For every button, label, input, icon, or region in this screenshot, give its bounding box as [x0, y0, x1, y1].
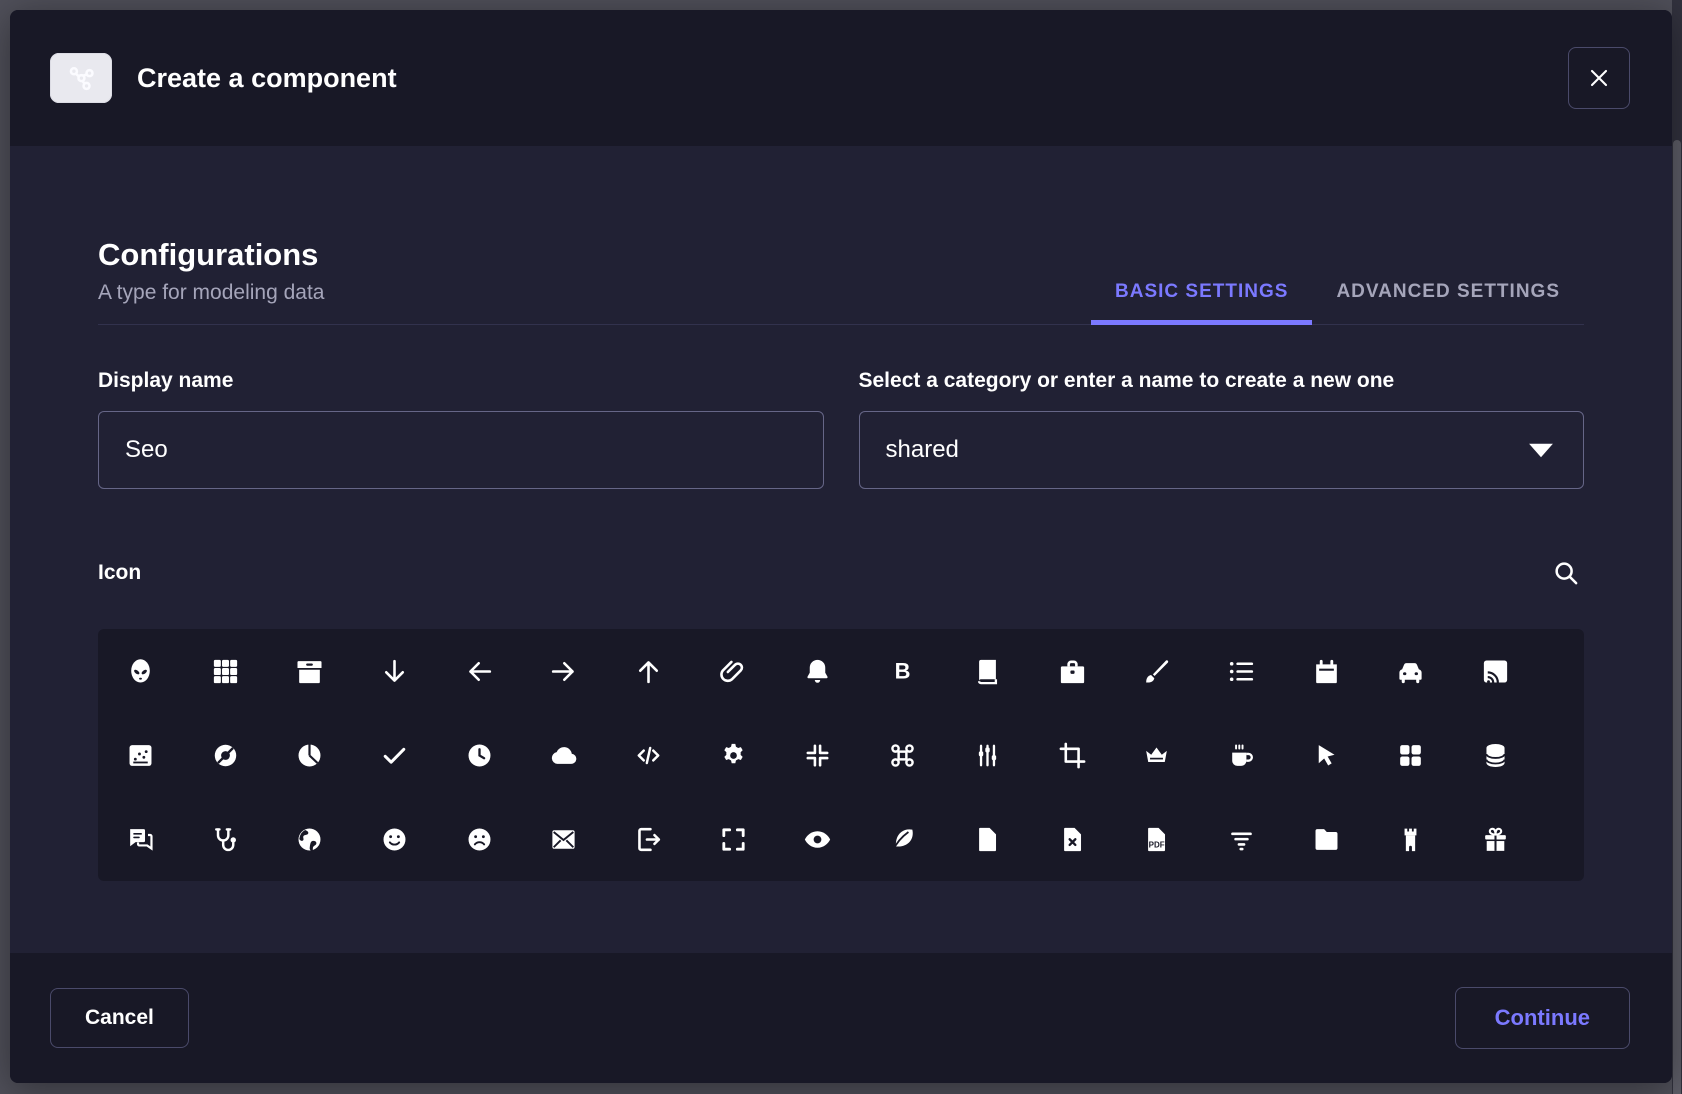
modal-body: Configurations A type for modeling data …: [10, 146, 1672, 953]
modal-header: Create a component: [10, 10, 1672, 146]
expand-icon[interactable]: [691, 797, 776, 881]
svg-text:B: B: [895, 658, 911, 683]
settings-tabs: BASIC SETTINGS ADVANCED SETTINGS: [1091, 281, 1584, 324]
arrow-up-icon[interactable]: [606, 629, 691, 713]
chart-pie-icon[interactable]: [267, 713, 352, 797]
folder-icon[interactable]: [1284, 797, 1369, 881]
gate-icon[interactable]: [1369, 797, 1454, 881]
calendar-icon[interactable]: [1284, 629, 1369, 713]
car-icon[interactable]: [1369, 629, 1454, 713]
exit-icon[interactable]: [606, 797, 691, 881]
display-name-field-group: Display name: [98, 369, 824, 489]
create-component-modal: Create a component Configurations A type…: [10, 10, 1672, 1083]
modal-title: Create a component: [137, 63, 397, 94]
bold-icon[interactable]: B: [860, 629, 945, 713]
arrow-down-icon[interactable]: [352, 629, 437, 713]
file-error-icon[interactable]: [1030, 797, 1115, 881]
command-icon[interactable]: [860, 713, 945, 797]
attachment-icon[interactable]: [691, 629, 776, 713]
filter-icon[interactable]: [1199, 797, 1284, 881]
crop-icon[interactable]: [1030, 713, 1115, 797]
discuss-icon[interactable]: [98, 797, 183, 881]
arrow-left-icon[interactable]: [437, 629, 522, 713]
display-name-label: Display name: [98, 369, 824, 393]
code-icon[interactable]: [606, 713, 691, 797]
archive-icon[interactable]: [267, 629, 352, 713]
cog-icon[interactable]: [691, 713, 776, 797]
page-subtitle: A type for modeling data: [98, 280, 324, 306]
close-button[interactable]: [1568, 47, 1630, 109]
category-select-value: shared: [886, 436, 959, 464]
cloud-icon[interactable]: [522, 713, 607, 797]
sliders-icon[interactable]: [945, 713, 1030, 797]
cast-icon[interactable]: [1453, 629, 1538, 713]
cursor-icon[interactable]: [1284, 713, 1369, 797]
book-icon[interactable]: [945, 629, 1030, 713]
emotion-unhappy-icon[interactable]: [437, 797, 522, 881]
envelope-icon[interactable]: [522, 797, 607, 881]
alien-icon[interactable]: [98, 629, 183, 713]
cancel-button[interactable]: Cancel: [50, 988, 189, 1048]
chart-circle-icon[interactable]: [183, 713, 268, 797]
form-row: Display name Select a category or enter …: [98, 369, 1584, 489]
chart-bubble-icon[interactable]: [98, 713, 183, 797]
gift-icon[interactable]: [1453, 797, 1538, 881]
modal-footer: Cancel Continue: [10, 953, 1672, 1083]
file-icon[interactable]: [945, 797, 1030, 881]
display-name-input[interactable]: [98, 411, 824, 489]
page-title: Configurations: [98, 236, 324, 273]
file-pdf-icon[interactable]: PDF: [1114, 797, 1199, 881]
crown-icon[interactable]: [1114, 713, 1199, 797]
apps-icon[interactable]: [183, 629, 268, 713]
icon-grid: B PDF: [98, 629, 1584, 881]
search-icon: [1550, 557, 1582, 589]
tab-advanced-settings[interactable]: ADVANCED SETTINGS: [1312, 281, 1584, 324]
doctor-icon[interactable]: [183, 797, 268, 881]
clock-icon[interactable]: [437, 713, 522, 797]
icon-picker-head: Icon: [98, 555, 1584, 591]
chevron-down-icon: [1527, 442, 1555, 459]
category-field-group: Select a category or enter a name to cre…: [859, 369, 1585, 489]
component-icon: [50, 53, 112, 103]
category-select[interactable]: shared: [859, 411, 1585, 489]
collapse-icon[interactable]: [776, 713, 861, 797]
tab-basic-settings[interactable]: BASIC SETTINGS: [1091, 281, 1312, 324]
svg-text:PDF: PDF: [1149, 840, 1165, 849]
earth-icon[interactable]: [267, 797, 352, 881]
emotion-happy-icon[interactable]: [352, 797, 437, 881]
cup-icon[interactable]: [1199, 713, 1284, 797]
arrow-right-icon[interactable]: [522, 629, 607, 713]
dashboard-icon[interactable]: [1369, 713, 1454, 797]
bullet-list-icon[interactable]: [1199, 629, 1284, 713]
icon-picker-label: Icon: [98, 561, 141, 585]
background-scrollbar-thumb: [1673, 140, 1681, 1094]
eye-icon[interactable]: [776, 797, 861, 881]
section-head: Configurations A type for modeling data …: [98, 236, 1584, 325]
feather-icon[interactable]: [860, 797, 945, 881]
briefcase-icon[interactable]: [1030, 629, 1115, 713]
background-scrollbar-track: [1672, 0, 1682, 1094]
bell-icon[interactable]: [776, 629, 861, 713]
check-icon[interactable]: [352, 713, 437, 797]
category-label: Select a category or enter a name to cre…: [859, 369, 1585, 393]
brush-icon[interactable]: [1114, 629, 1199, 713]
database-icon[interactable]: [1453, 713, 1538, 797]
continue-button[interactable]: Continue: [1455, 987, 1630, 1049]
section-headings: Configurations A type for modeling data: [98, 236, 324, 324]
icon-search-button[interactable]: [1548, 555, 1584, 591]
close-icon: [1587, 66, 1611, 90]
